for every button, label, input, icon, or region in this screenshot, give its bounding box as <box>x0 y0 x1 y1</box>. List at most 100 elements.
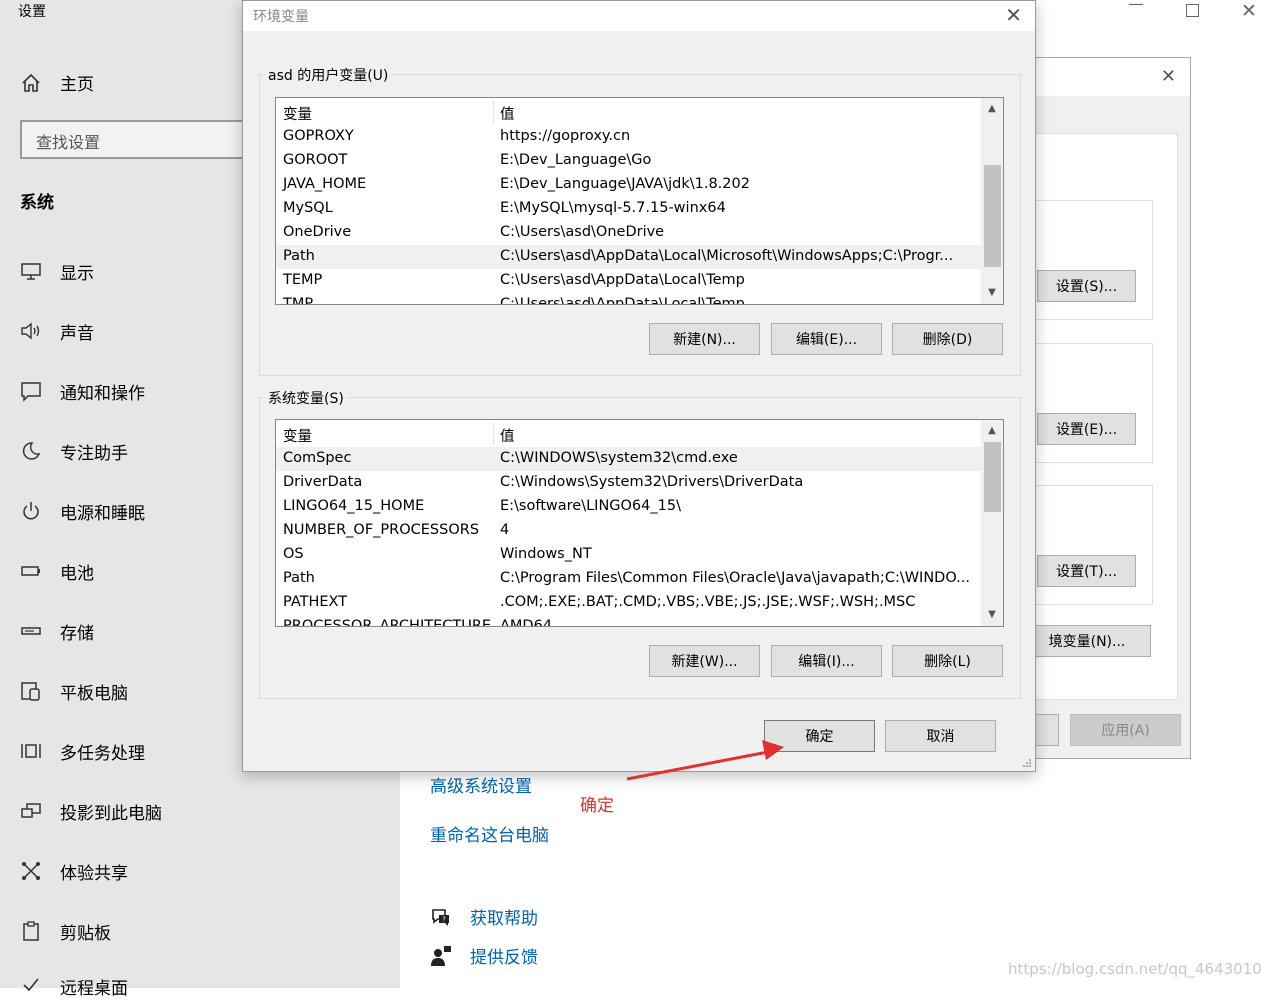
var-name: OS <box>283 546 304 562</box>
nav-item-power[interactable]: 电源和睡眠 <box>20 496 145 526</box>
scroll-thumb[interactable] <box>984 165 1001 267</box>
display-icon <box>20 260 42 282</box>
table-row[interactable]: DriverData C:\Windows\System32\Drivers\Dr… <box>276 471 981 495</box>
performance-settings-button[interactable]: 设置(S)... <box>1037 270 1136 302</box>
cancel-button[interactable]: 取消 <box>885 720 996 752</box>
nav-item-clipboard[interactable]: 剪贴板 <box>20 916 111 946</box>
give-feedback-link[interactable]: 提供反馈 <box>430 943 538 968</box>
power-icon <box>20 500 42 522</box>
nav-item-notifications[interactable]: 通知和操作 <box>20 376 145 406</box>
close-icon[interactable]: ✕ <box>1161 66 1176 87</box>
table-row[interactable]: GOROOT E:\Dev_Language\Go <box>276 149 981 173</box>
user-edit-button[interactable]: 编辑(E)... <box>771 323 882 355</box>
system-edit-button[interactable]: 编辑(I)... <box>771 645 882 677</box>
table-row[interactable]: OneDrive C:\Users\asd\OneDrive <box>276 221 981 245</box>
maximize-icon[interactable] <box>1186 2 1199 21</box>
scrollbar[interactable]: ▲ ▼ <box>981 98 1003 304</box>
nav-item-battery[interactable]: 电池 <box>20 556 94 586</box>
watermark: https://blog.csdn.net/qq_46430109 <box>1008 960 1261 978</box>
resize-grip-icon[interactable] <box>1022 758 1032 768</box>
scroll-down-icon[interactable]: ▼ <box>981 284 1003 302</box>
nav-label: 声音 <box>60 323 94 344</box>
annotation-label: 确定 <box>580 796 614 816</box>
startup-settings-button[interactable]: 设置(T)... <box>1037 555 1136 587</box>
projecting-icon <box>20 800 42 822</box>
nav-item-projecting[interactable]: 投影到此电脑 <box>20 796 162 826</box>
table-row[interactable]: JAVA_HOME E:\Dev_Language\JAVA\jdk\1.8.20… <box>276 173 981 197</box>
nav-item-remote-desktop[interactable]: 远程桌面 <box>20 971 128 1001</box>
apply-button[interactable]: 应用(A) <box>1070 714 1181 746</box>
system-new-button[interactable]: 新建(W)... <box>649 645 760 677</box>
ok-button[interactable]: 确定 <box>764 720 875 752</box>
app-title: 设置 <box>18 4 46 20</box>
column-separator[interactable] <box>493 422 494 446</box>
var-name: Path <box>283 248 315 264</box>
nav-label: 多任务处理 <box>60 743 145 764</box>
scroll-thumb[interactable] <box>984 442 1001 512</box>
close-window-icon[interactable]: ✕ <box>1241 0 1257 22</box>
var-name: TEMP <box>283 272 323 288</box>
profile-settings-button[interactable]: 设置(E)... <box>1037 413 1136 445</box>
nav-item-storage[interactable]: 存储 <box>20 616 94 646</box>
table-row-selected[interactable]: Path C:\Users\asd\AppData\Local\Microsoft… <box>276 245 981 269</box>
nav-item-focus-assist[interactable]: 专注助手 <box>20 436 128 466</box>
advanced-system-settings-link[interactable]: 高级系统设置 <box>430 772 532 797</box>
get-help-link[interactable]: ? 获取帮助 <box>430 904 538 929</box>
column-header-variable[interactable]: 变量 <box>283 425 312 446</box>
var-name: GOROOT <box>283 152 348 168</box>
user-new-button[interactable]: 新建(N)... <box>649 323 760 355</box>
nav-home[interactable]: 主页 <box>20 70 94 95</box>
var-value: E:\MySQL\mysql-5.7.15-winx64 <box>500 200 726 216</box>
sysprop-titlebar: ✕ <box>1031 58 1190 96</box>
table-row[interactable]: OS Windows_NT <box>276 543 981 567</box>
var-name: GOPROXY <box>283 128 354 144</box>
table-row[interactable]: Path C:\Program Files\Common Files\Oracle… <box>276 567 981 591</box>
table-row[interactable]: NUMBER_OF_PROCESSORS 4 <box>276 519 981 543</box>
nav-item-sound[interactable]: 声音 <box>20 316 94 346</box>
system-delete-button[interactable]: 删除(L) <box>892 645 1003 677</box>
table-row[interactable]: LINGO64_15_HOME E:\software\LINGO64_15\ <box>276 495 981 519</box>
user-delete-button[interactable]: 删除(D) <box>892 323 1003 355</box>
table-row[interactable]: PATHEXT .COM;.EXE;.BAT;.CMD;.VBS;.VBE;.JS… <box>276 591 981 615</box>
var-value: E:\software\LINGO64_15\ <box>500 498 681 514</box>
column-separator[interactable] <box>493 100 494 124</box>
table-row[interactable]: TEMP C:\Users\asd\AppData\Local\Temp <box>276 269 981 293</box>
nav-label: 通知和操作 <box>60 383 145 404</box>
var-value: C:\Program Files\Common Files\Oracle\Jav… <box>500 570 970 586</box>
scroll-up-icon[interactable]: ▲ <box>981 100 1003 118</box>
column-header-variable[interactable]: 变量 <box>283 103 312 124</box>
table-row-selected[interactable]: ComSpec C:\WINDOWS\system32\cmd.exe <box>276 447 981 471</box>
column-header-value[interactable]: 值 <box>500 425 978 446</box>
var-name: NUMBER_OF_PROCESSORS <box>283 522 480 538</box>
table-row[interactable]: MySQL E:\MySQL\mysql-5.7.15-winx64 <box>276 197 981 221</box>
search-placeholder: 查找设置 <box>36 133 101 152</box>
close-icon[interactable]: ✕ <box>1005 3 1022 27</box>
column-header-value[interactable]: 值 <box>500 103 978 124</box>
nav-item-shared-experiences[interactable]: 体验共享 <box>20 856 128 886</box>
nav-label: 剪贴板 <box>60 923 111 944</box>
table-row[interactable]: GOPROXY https://goproxy.cn <box>276 125 981 149</box>
var-name: JAVA_HOME <box>283 176 367 192</box>
user-variables-list[interactable]: 变量 值 GOPROXY https://goproxy.cn GOROOT E:\… <box>275 97 1004 305</box>
scroll-up-icon[interactable]: ▲ <box>981 422 1003 440</box>
minimize-icon[interactable]: — <box>1128 0 1144 13</box>
search-input[interactable]: 查找设置 <box>20 120 260 159</box>
nav-item-multitasking[interactable]: 多任务处理 <box>20 736 145 766</box>
table-row[interactable]: TMP C:\Users\asd\AppData\Local\Temp <box>276 293 981 304</box>
environment-variables-button[interactable]: 境变量(N)... <box>1023 625 1151 657</box>
nav-label: 平板电脑 <box>60 683 128 704</box>
scrollbar[interactable]: ▲ ▼ <box>981 420 1003 626</box>
system-properties-dialog: ✕ 设置(S)... 设置(E)... 设置(T)... 境变量(N)... 应… <box>1021 57 1191 759</box>
battery-icon <box>20 560 42 582</box>
nav-item-tablet[interactable]: 平板电脑 <box>20 676 128 706</box>
system-variables-list[interactable]: 变量 值 ComSpec C:\WINDOWS\system32\cmd.exe … <box>275 419 1004 627</box>
svg-text:?: ? <box>442 915 446 923</box>
var-value: E:\Dev_Language\JAVA\jdk\1.8.202 <box>500 176 750 192</box>
section-title: 系统 <box>20 193 54 213</box>
rename-pc-link[interactable]: 重命名这台电脑 <box>430 821 549 846</box>
scroll-down-icon[interactable]: ▼ <box>981 606 1003 624</box>
nav-item-display[interactable]: 显示 <box>20 256 94 286</box>
var-value: C:\Windows\System32\Drivers\DriverData <box>500 474 804 490</box>
remote-desktop-icon <box>20 975 42 997</box>
table-row[interactable]: PROCESSOR_ARCHITECTURE AMD64 <box>276 615 981 626</box>
